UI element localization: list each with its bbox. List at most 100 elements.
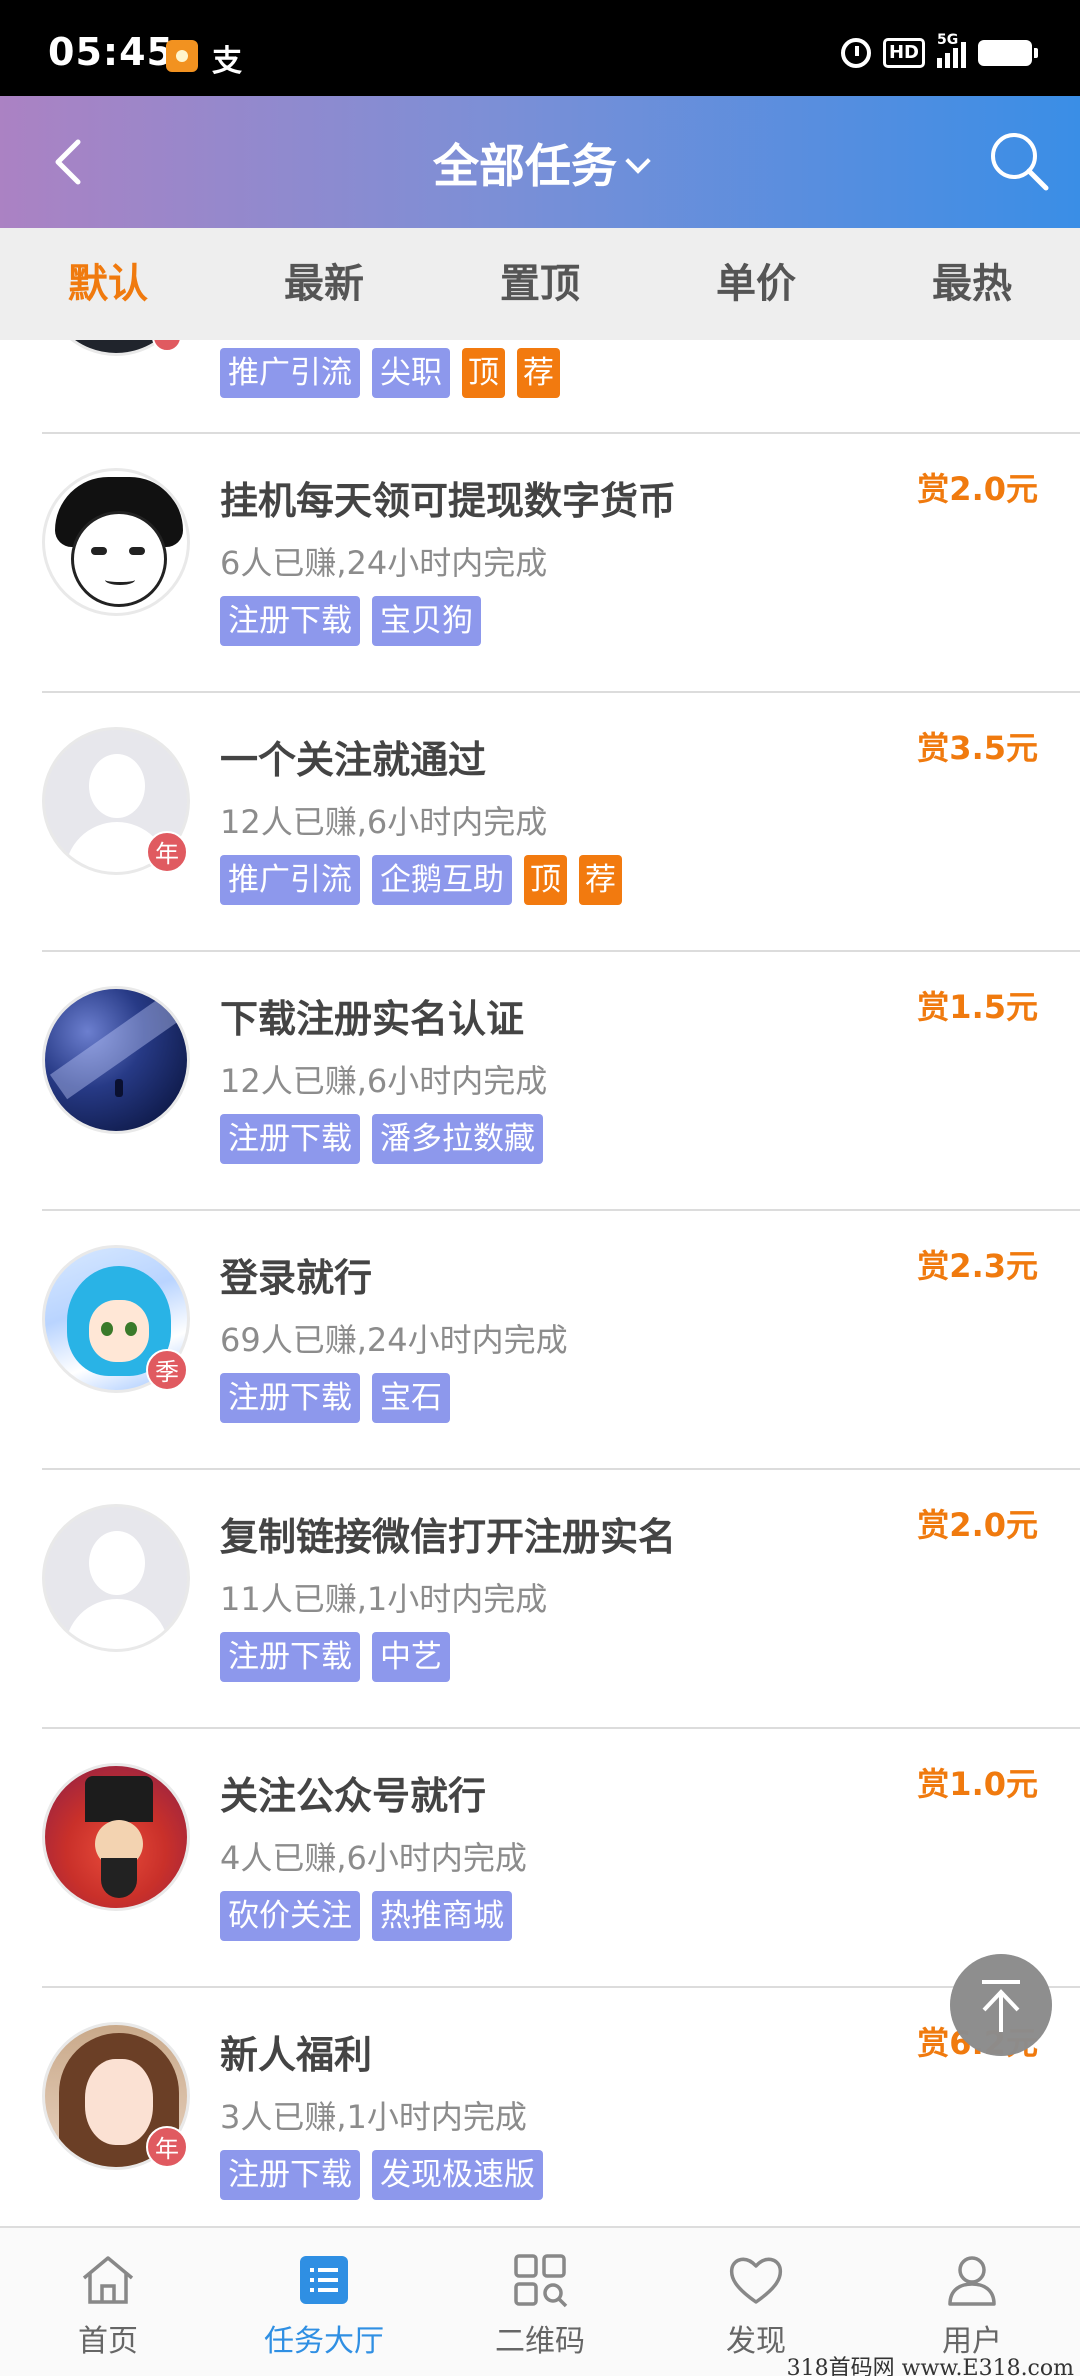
user-icon	[948, 2256, 996, 2306]
task-tag: 注册下载	[220, 1632, 360, 1682]
task-reward: 赏2.0元	[917, 470, 1038, 508]
task-title: 关注公众号就行	[220, 1774, 487, 1818]
task-tag: 注册下载	[220, 596, 360, 646]
tab-newest[interactable]: 最新	[216, 228, 432, 340]
task-tags: 推广引流 企鹅互助 顶 荐	[220, 855, 622, 905]
task-list-content: 推广引流 尖职 顶 荐 挂机每天领可提现数字货币 6人已赚,24小时内完成 注册…	[0, 340, 1080, 2228]
task-avatar	[42, 1763, 190, 1911]
scroll-to-top-icon[interactable]	[950, 1954, 1052, 2056]
task-tags: 推广引流 尖职 顶 荐	[220, 348, 560, 398]
tab-pinned[interactable]: 置顶	[432, 228, 648, 340]
task-tags: 注册下载 宝贝狗	[220, 596, 481, 646]
top-header: 全部任务	[0, 96, 1080, 228]
task-tag: 砍价关注	[220, 1891, 360, 1941]
task-tag: 中艺	[372, 1632, 450, 1682]
task-tag: 发现极速版	[372, 2150, 543, 2200]
task-meta: 4人已赚,6小时内完成	[220, 1839, 527, 1877]
status-time: 05:45	[48, 30, 174, 74]
page-title: 全部任务	[433, 139, 617, 193]
task-title: 下载注册实名认证	[220, 997, 525, 1041]
alipay-notification-icon: 支	[212, 44, 242, 79]
task-reward: 赏2.3元	[917, 1247, 1038, 1285]
watermark-text: 318首码网 www.E318.com	[786, 2356, 1074, 2376]
task-list[interactable]: 推广引流 尖职 顶 荐 挂机每天领可提现数字货币 6人已赚,24小时内完成 注册…	[0, 340, 1080, 2228]
user-level-badge: 季	[146, 1349, 188, 1391]
nav-home-label: 首页	[78, 2324, 138, 2359]
task-item[interactable]: 年 一个关注就通过 12人已赚,6小时内完成 推广引流 企鹅互助 顶 荐 赏3.…	[42, 693, 1080, 952]
task-title: 登录就行	[220, 1256, 373, 1300]
task-tag: 注册下载	[220, 1373, 360, 1423]
task-meta: 69人已赚,24小时内完成	[220, 1321, 568, 1359]
task-tag: 注册下载	[220, 1114, 360, 1164]
status-bar: 05:45 支 HD 5G	[0, 0, 1080, 96]
recommended-flag: 荐	[517, 348, 560, 398]
tab-unit-price[interactable]: 单价	[648, 228, 864, 340]
task-tags: 注册下载 潘多拉数藏	[220, 1114, 543, 1164]
heart-icon	[729, 2257, 783, 2304]
task-title: 一个关注就通过	[220, 738, 487, 782]
task-item[interactable]: 关注公众号就行 4人已赚,6小时内完成 砍价关注 热推商城 赏1.0元	[42, 1729, 1080, 1988]
pinned-flag: 顶	[524, 855, 567, 905]
hd-icon: HD	[882, 38, 925, 68]
nav-task-hall[interactable]: 任务大厅	[216, 2228, 432, 2376]
task-item[interactable]: 挂机每天领可提现数字货币 6人已赚,24小时内完成 注册下载 宝贝狗 赏2.0元	[42, 434, 1080, 693]
task-meta: 11人已赚,1小时内完成	[220, 1580, 548, 1618]
nav-home[interactable]: 首页	[0, 2228, 216, 2376]
task-meta: 6人已赚,24小时内完成	[220, 544, 548, 582]
task-tag: 热推商城	[372, 1891, 512, 1941]
task-meta: 3人已赚,1小时内完成	[220, 2098, 527, 2136]
chevron-down-icon	[625, 148, 651, 174]
user-level-badge: 年	[146, 2126, 188, 2168]
user-level-badge: 年	[146, 831, 188, 873]
task-avatar	[42, 986, 190, 1134]
task-item[interactable]: 下载注册实名认证 12人已赚,6小时内完成 注册下载 潘多拉数藏 赏1.5元	[42, 952, 1080, 1211]
search-icon[interactable]	[986, 128, 1052, 194]
tab-hottest[interactable]: 最热	[864, 228, 1080, 340]
sort-tabs: 默认 最新 置顶 单价 最热	[0, 228, 1080, 340]
task-meta: 12人已赚,6小时内完成	[220, 803, 548, 841]
home-icon	[82, 2256, 134, 2304]
task-tag: 宝贝狗	[372, 596, 481, 646]
task-item[interactable]: 推广引流 尖职 顶 荐	[42, 340, 1080, 434]
qrcode-icon	[514, 2254, 568, 2308]
nav-qrcode[interactable]: 二维码	[432, 2228, 648, 2376]
task-reward: 赏2.0元	[917, 1506, 1038, 1544]
task-avatar	[42, 468, 190, 616]
task-tag: 尖职	[372, 348, 450, 398]
task-list-icon	[300, 2256, 348, 2304]
task-item[interactable]: 年 新人福利 3人已赚,1小时内完成 注册下载 发现极速版 赏6.2元	[42, 1988, 1080, 2228]
task-tag: 注册下载	[220, 2150, 360, 2200]
recommended-flag: 荐	[579, 855, 622, 905]
user-level-badge	[152, 340, 182, 352]
task-tag: 推广引流	[220, 348, 360, 398]
notification-app-icon	[166, 40, 198, 72]
task-meta: 12人已赚,6小时内完成	[220, 1062, 548, 1100]
alarm-icon	[840, 38, 871, 68]
task-reward: 赏1.5元	[917, 988, 1038, 1026]
signal-icon: 5G	[937, 32, 966, 68]
pinned-flag: 顶	[462, 348, 505, 398]
task-item[interactable]: 复制链接微信打开注册实名 11人已赚,1小时内完成 注册下载 中艺 赏2.0元	[42, 1470, 1080, 1729]
status-indicators: HD 5G	[840, 32, 1038, 68]
task-tag: 宝石	[372, 1373, 450, 1423]
app-root: 05:45 支 HD 5G 全部任务 默认 最新 置顶 单价 最热 推广引流 尖…	[0, 0, 1080, 2376]
task-title: 复制链接微信打开注册实名	[220, 1515, 677, 1559]
nav-qrcode-label: 二维码	[495, 2324, 585, 2359]
task-tags: 注册下载 发现极速版	[220, 2150, 543, 2200]
task-filter-dropdown[interactable]: 全部任务	[0, 130, 1080, 196]
task-tag: 企鹅互助	[372, 855, 512, 905]
task-tags: 注册下载 中艺	[220, 1632, 450, 1682]
task-item[interactable]: 季 登录就行 69人已赚,24小时内完成 注册下载 宝石 赏2.3元	[42, 1211, 1080, 1470]
battery-icon	[978, 40, 1038, 66]
task-tags: 注册下载 宝石	[220, 1373, 450, 1423]
nav-task-hall-label: 任务大厅	[264, 2324, 384, 2359]
task-tag: 潘多拉数藏	[372, 1114, 543, 1164]
task-reward: 赏1.0元	[917, 1765, 1038, 1803]
task-title: 新人福利	[220, 2033, 373, 2077]
tab-default[interactable]: 默认	[0, 228, 216, 340]
task-title: 挂机每天领可提现数字货币	[220, 479, 677, 523]
task-reward: 赏3.5元	[917, 729, 1038, 767]
task-tag: 推广引流	[220, 855, 360, 905]
task-tags: 砍价关注 热推商城	[220, 1891, 512, 1941]
network-type: 5G	[937, 32, 959, 48]
